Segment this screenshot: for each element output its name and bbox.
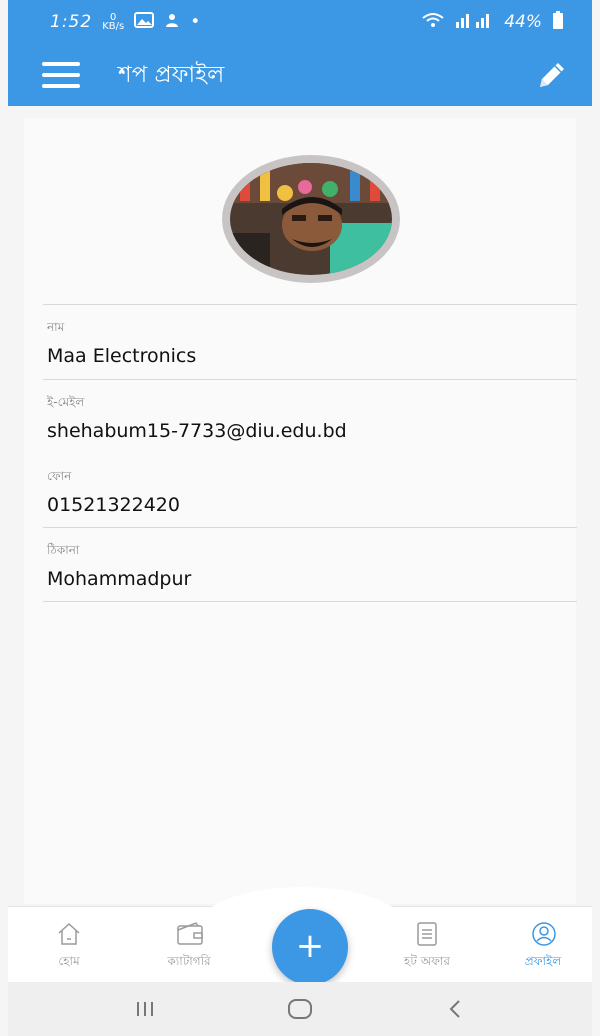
home-button-icon[interactable]: [270, 989, 330, 1029]
home-icon: [56, 921, 82, 947]
signal-icon: [454, 12, 494, 33]
page-title: শপ প্রফাইল: [118, 61, 225, 88]
name-field: নাম Maa Electronics: [43, 304, 577, 379]
nav-item-home[interactable]: হোম: [24, 921, 114, 973]
profile-icon: [530, 921, 556, 947]
address-value: Mohammadpur: [47, 568, 192, 590]
phone-field: ফোন 01521322420: [43, 453, 577, 527]
status-right: 44%: [422, 10, 564, 34]
bottom-navigation: হোম ক্যাটাগরি + হট অফার প্রফাইল: [8, 887, 592, 985]
nav-item-hot-offer[interactable]: হট অফার: [382, 921, 472, 973]
address-label: ঠিকানা: [47, 543, 80, 557]
hamburger-menu-icon[interactable]: [42, 62, 80, 88]
status-dot: •: [190, 12, 201, 32]
add-button[interactable]: +: [272, 909, 348, 985]
status-bar: 1:52 0 KB/s • 44%: [8, 0, 592, 44]
nav-item-category[interactable]: ক্যাটাগরি: [144, 921, 234, 973]
gallery-icon: [134, 11, 155, 33]
back-icon[interactable]: [425, 989, 485, 1029]
data-speed-unit: KB/s: [102, 21, 125, 32]
profile-content: নাম Maa Electronics ই-মেইল shehabum15-77…: [24, 118, 577, 904]
email-label: ই-মেইল: [47, 395, 85, 409]
battery-percent: 44%: [504, 12, 542, 32]
nav-label-profile: প্রফাইল: [524, 954, 562, 968]
avatar-frame: [222, 155, 400, 283]
app-bar: শপ প্রফাইল: [8, 44, 592, 106]
notification-icon: [164, 12, 180, 33]
profile-photo: [230, 163, 392, 275]
nav-label-category: ক্যাটাগরি: [167, 954, 211, 968]
name-label: নাম: [47, 320, 65, 334]
battery-icon: [552, 10, 564, 34]
email-field: ই-মেইল shehabum15-7733@diu.edu.bd: [43, 379, 577, 453]
status-time: 1:52: [50, 12, 93, 32]
avatar[interactable]: [222, 155, 400, 283]
phone-value: 01521322420: [47, 494, 180, 516]
list-icon: [414, 921, 440, 947]
recent-apps-icon[interactable]: [115, 989, 175, 1029]
email-value: shehabum15-7733@diu.edu.bd: [47, 420, 347, 442]
nav-item-profile[interactable]: প্রফাইল: [498, 921, 588, 973]
wallet-icon: [176, 921, 203, 947]
status-left: 1:52 0 KB/s •: [50, 11, 201, 33]
nav-label-home: হোম: [58, 954, 80, 968]
address-field: ঠিকানা Mohammadpur: [43, 527, 577, 602]
wifi-icon: [422, 12, 444, 33]
system-navigation: [8, 982, 592, 1036]
nav-label-hot-offer: হট অফার: [404, 954, 450, 968]
name-value: Maa Electronics: [47, 345, 197, 367]
data-speed-indicator: 0 KB/s: [102, 13, 125, 32]
pencil-icon[interactable]: [530, 53, 574, 97]
phone-label: ফোন: [47, 469, 72, 483]
